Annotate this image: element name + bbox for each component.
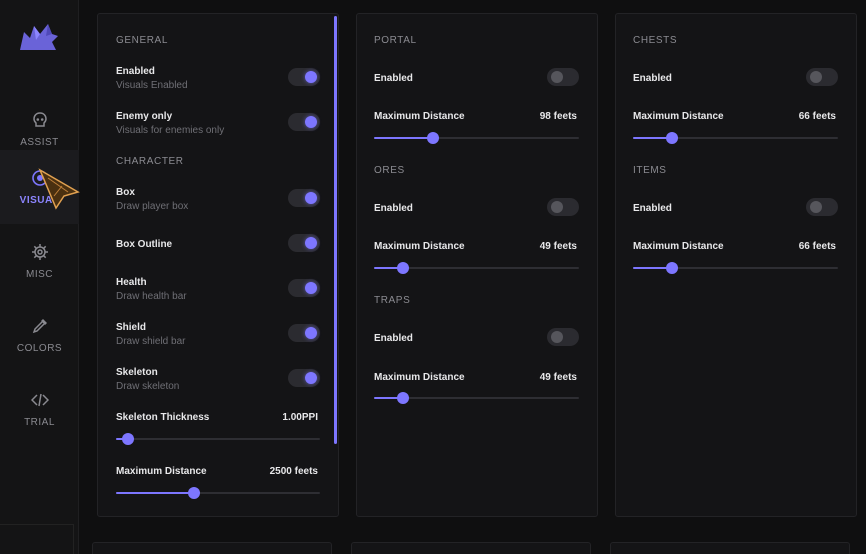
traps-max-distance-label: Maximum Distance <box>374 372 465 383</box>
health-description: Draw health bar <box>116 291 187 302</box>
chests-items-panel: CHESTS Enabled Maximum Distance 66 feets… <box>615 13 857 517</box>
sidebar-item-label: MISC <box>26 268 53 280</box>
section-title-character: CHARACTER <box>116 156 184 167</box>
chests-enabled-label: Enabled <box>633 73 672 84</box>
portal-ores-traps-panel: PORTAL Enabled Maximum Distance 98 feets… <box>356 13 598 517</box>
box-description: Draw player box <box>116 201 189 212</box>
enemy-only-description: Visuals for enemies only <box>116 125 225 136</box>
ores-enabled-label: Enabled <box>374 203 413 214</box>
items-enabled-label: Enabled <box>633 203 672 214</box>
ores-max-distance-value: 49 feets <box>539 241 577 252</box>
health-toggle[interactable] <box>288 279 320 297</box>
items-enabled-toggle[interactable] <box>806 198 838 216</box>
skeleton-label: Skeleton <box>116 367 158 378</box>
chests-max-distance-label: Maximum Distance <box>633 111 724 122</box>
sidebar: ASSIST VISUAL MISC COLORS TRIAL <box>0 0 79 554</box>
box-label: Box <box>116 187 135 198</box>
enabled-description: Visuals Enabled <box>116 80 188 91</box>
items-max-distance-value: 66 feets <box>798 241 836 252</box>
portal-enabled-label: Enabled <box>374 73 413 84</box>
sidebar-item-label: COLORS <box>16 342 63 354</box>
section-title-portal: PORTAL <box>374 35 417 46</box>
character-max-distance-slider[interactable] <box>116 486 320 500</box>
enabled-label: Enabled <box>116 66 155 77</box>
items-max-distance-slider[interactable] <box>633 261 838 275</box>
visuals-enabled-toggle[interactable] <box>288 68 320 86</box>
bottom-panel-1 <box>92 542 332 554</box>
general-panel: GENERAL Enabled Visuals Enabled Enemy on… <box>97 13 339 517</box>
sidebar-item-colors[interactable]: COLORS <box>0 298 79 372</box>
chests-enabled-toggle[interactable] <box>806 68 838 86</box>
max-distance-value: 2500 feets <box>269 466 318 477</box>
shield-label: Shield <box>116 322 147 333</box>
skull-icon <box>32 111 47 127</box>
section-title-items: ITEMS <box>633 165 667 176</box>
bottom-panel-3 <box>610 542 850 554</box>
max-distance-label: Maximum Distance <box>116 466 207 477</box>
traps-max-distance-slider[interactable] <box>374 391 579 405</box>
scrollbar[interactable] <box>334 16 337 444</box>
shield-toggle[interactable] <box>288 324 320 342</box>
gear-icon <box>31 243 48 260</box>
box-outline-label: Box Outline <box>116 239 173 250</box>
portal-max-distance-value: 98 feets <box>539 111 577 122</box>
skeleton-thickness-label: Skeleton Thickness <box>116 412 210 423</box>
section-title-general: GENERAL <box>116 35 168 46</box>
items-max-distance-label: Maximum Distance <box>633 241 724 252</box>
enemy-only-toggle[interactable] <box>288 113 320 131</box>
section-title-chests: CHESTS <box>633 35 678 46</box>
ores-max-distance-slider[interactable] <box>374 261 579 275</box>
skeleton-description: Draw skeleton <box>116 381 180 392</box>
portal-max-distance-label: Maximum Distance <box>374 111 465 122</box>
code-icon <box>30 393 49 406</box>
sidebar-item-misc[interactable]: MISC <box>0 224 79 298</box>
box-outline-toggle[interactable] <box>288 234 320 252</box>
eyedropper-icon <box>32 318 47 333</box>
chests-max-distance-slider[interactable] <box>633 131 838 145</box>
skeleton-thickness-value: 1.00PPI <box>282 412 318 423</box>
wolf-logo-icon <box>20 24 58 50</box>
enemy-only-label: Enemy only <box>116 111 173 122</box>
ores-enabled-toggle[interactable] <box>547 198 579 216</box>
chests-max-distance-value: 66 feets <box>798 111 836 122</box>
section-title-ores: ORES <box>374 165 405 176</box>
sidebar-item-label: TRIAL <box>24 416 55 428</box>
box-toggle[interactable] <box>288 189 320 207</box>
traps-enabled-label: Enabled <box>374 333 413 344</box>
section-title-traps: TRAPS <box>374 295 411 306</box>
sidebar-item-label: ASSIST <box>20 136 59 148</box>
health-label: Health <box>116 277 147 288</box>
traps-max-distance-value: 49 feets <box>539 372 577 383</box>
sidebar-footer <box>0 524 74 554</box>
skeleton-toggle[interactable] <box>288 369 320 387</box>
ores-max-distance-label: Maximum Distance <box>374 241 465 252</box>
traps-enabled-toggle[interactable] <box>547 328 579 346</box>
portal-max-distance-slider[interactable] <box>374 131 579 145</box>
portal-enabled-toggle[interactable] <box>547 68 579 86</box>
shield-description: Draw shield bar <box>116 336 186 347</box>
bottom-panel-2 <box>351 542 591 554</box>
sidebar-item-trial[interactable]: TRIAL <box>0 372 79 446</box>
mouse-cursor-icon <box>38 168 80 210</box>
skeleton-thickness-slider[interactable] <box>116 432 320 446</box>
